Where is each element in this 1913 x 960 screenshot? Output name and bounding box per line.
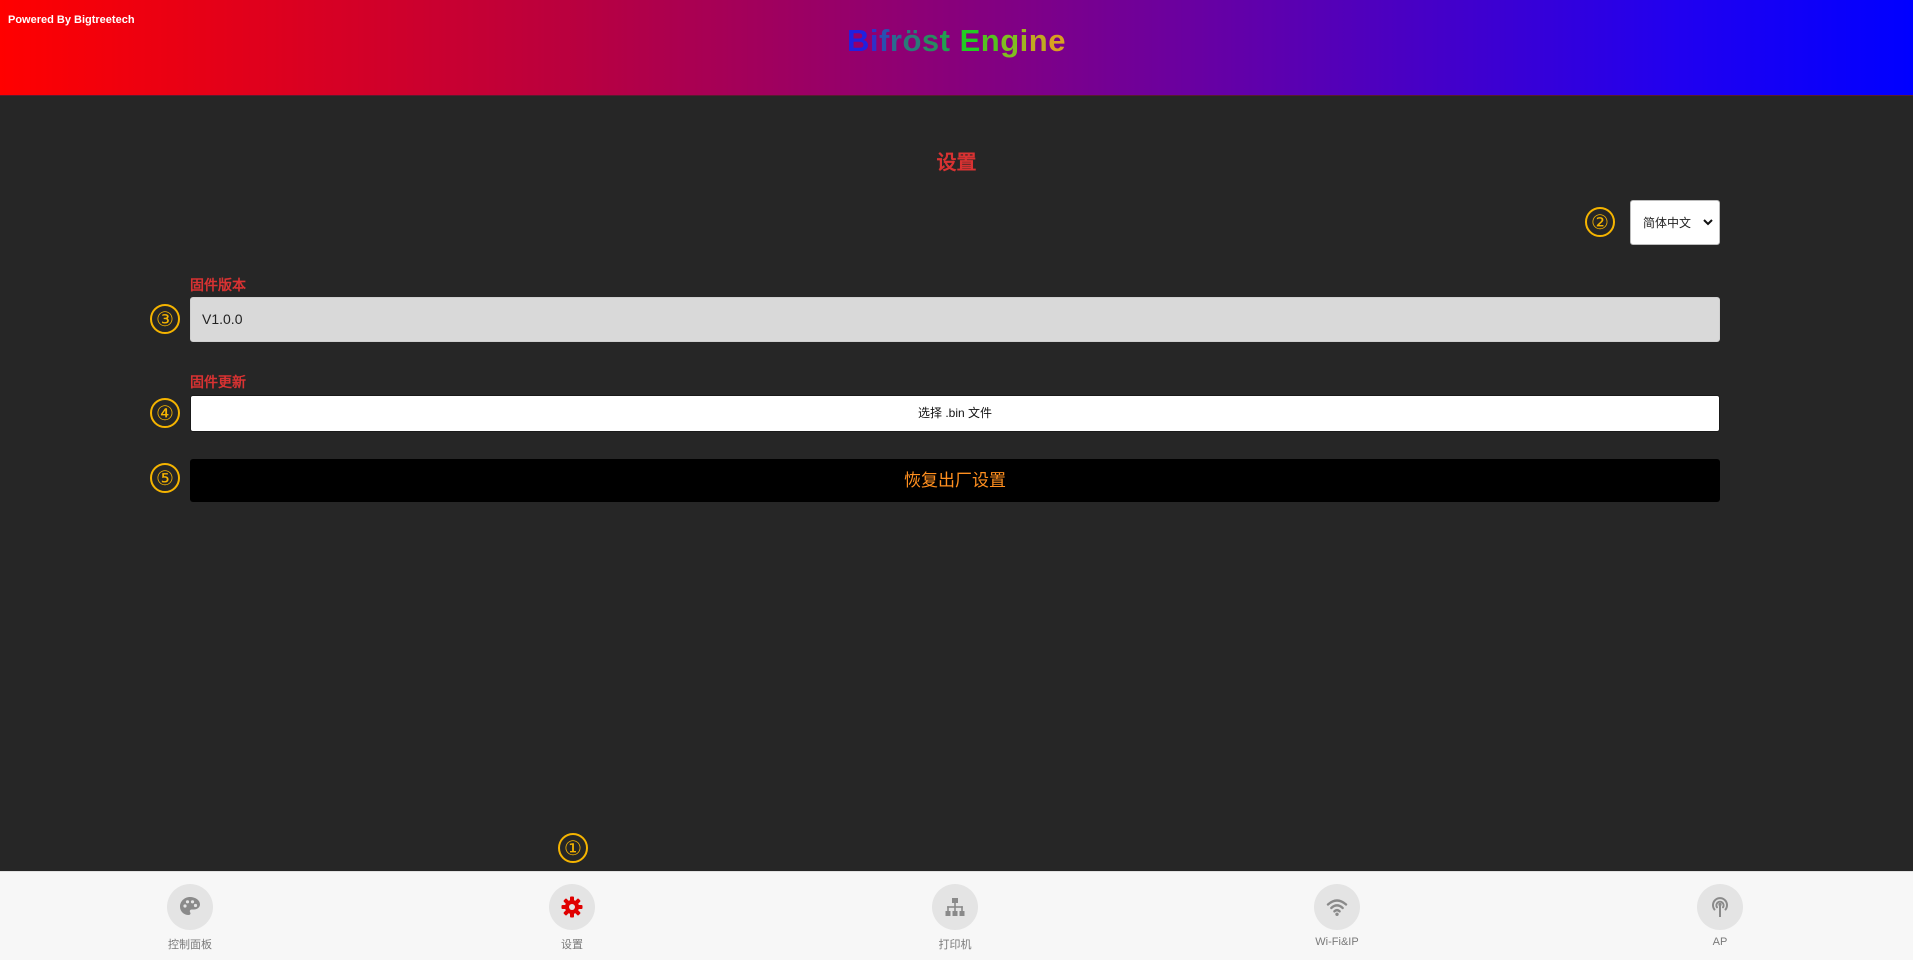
brand-letter: ö xyxy=(902,23,922,58)
firmware-version-field: V1.0.0 xyxy=(190,297,1720,342)
nav-item-ap[interactable]: AP xyxy=(1660,884,1780,948)
language-select-value: 简体中文 xyxy=(1643,216,1692,230)
nav-label-wifi: Wi-Fi&IP xyxy=(1315,936,1359,948)
app-header: Powered By Bigtreetech Bifröst Engine xyxy=(0,0,1913,96)
page-title: 设置 xyxy=(936,152,977,174)
language-select[interactable]: 简体中文 xyxy=(1630,200,1720,245)
brand-letter: r xyxy=(889,23,903,58)
brand-letter: i xyxy=(1019,23,1029,58)
nav-item-wifi[interactable]: Wi-Fi&IP xyxy=(1277,884,1397,948)
nav-item-settings[interactable]: 设置 xyxy=(512,884,632,952)
brand-letter: E xyxy=(959,23,981,58)
brand-letter xyxy=(950,23,959,59)
brand-letter: i xyxy=(869,23,880,58)
annotation-marker-1: ① xyxy=(558,833,588,863)
brand-letter: n xyxy=(1028,23,1049,58)
annotation-marker-3: ③ xyxy=(150,304,180,334)
sitemap-icon xyxy=(932,884,978,930)
wifi-icon xyxy=(1314,884,1360,930)
palette-icon xyxy=(167,884,213,930)
brand-letter: n xyxy=(980,23,1001,58)
bottom-nav: 控制面板 设置 打印机 Wi-Fi&IP AP xyxy=(0,871,1913,960)
nav-label-printer: 打印机 xyxy=(938,939,972,951)
annotation-marker-4: ④ xyxy=(150,398,180,428)
firmware-update-label: 固件更新 xyxy=(190,374,246,390)
chevron-down-icon xyxy=(1703,219,1713,226)
brand-letter: B xyxy=(847,23,870,58)
broadcast-tower-icon xyxy=(1697,884,1743,930)
brand-letter: s xyxy=(921,23,940,58)
nav-label-ap: AP xyxy=(1712,936,1728,948)
factory-reset-button[interactable]: 恢复出厂设置 xyxy=(190,459,1720,502)
nav-label-control-panel: 控制面板 xyxy=(168,939,212,951)
nav-item-control-panel[interactable]: 控制面板 xyxy=(130,884,250,952)
nav-label-settings: 设置 xyxy=(561,939,583,951)
firmware-version-label: 固件版本 xyxy=(190,277,246,293)
brand-letter: g xyxy=(1000,23,1020,58)
gear-icon xyxy=(549,884,595,930)
annotation-marker-2: ② xyxy=(1585,207,1615,237)
annotation-marker-5: ⑤ xyxy=(150,463,180,493)
brand-letter: e xyxy=(1048,23,1066,58)
brand-title: Bifröst Engine xyxy=(0,23,1913,59)
nav-item-printer[interactable]: 打印机 xyxy=(895,884,1015,952)
brand-letter: t xyxy=(939,23,951,58)
brand-letter: f xyxy=(879,23,890,58)
choose-bin-file-button[interactable]: 选择 .bin 文件 xyxy=(190,395,1720,432)
